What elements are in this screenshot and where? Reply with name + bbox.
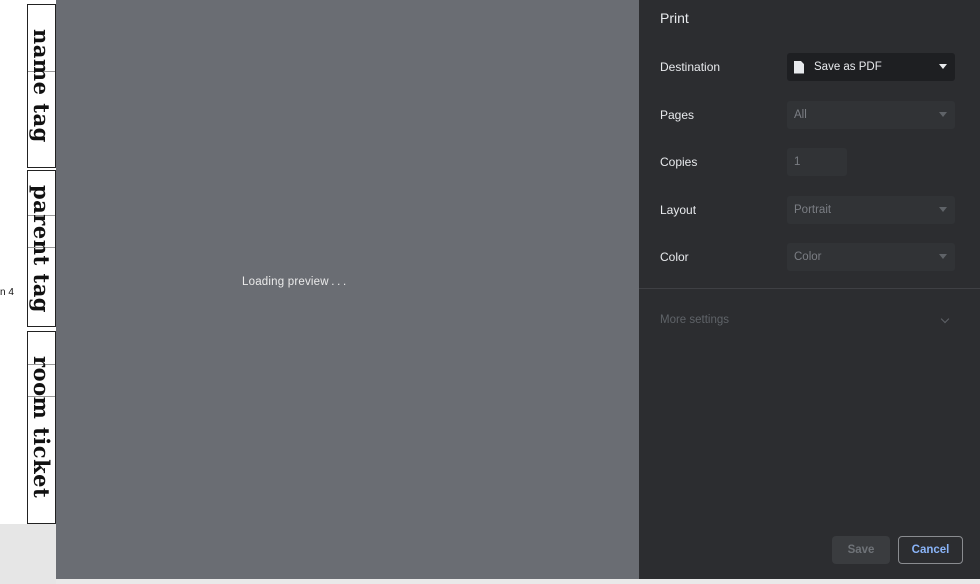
print-settings-panel: Print Destination Save as PDF Pages All … [639, 0, 980, 579]
destination-label: Destination [660, 60, 721, 74]
document-bottom [0, 524, 56, 584]
room-ticket-text-wrap: room ticket [28, 332, 55, 523]
document-icon [794, 60, 804, 74]
name-tag-label: name tag [29, 29, 54, 143]
more-settings-toggle[interactable]: More settings [660, 314, 729, 326]
copies-label: Copies [660, 155, 698, 169]
name-tag-text-wrap: name tag [28, 5, 55, 167]
cancel-button[interactable]: Cancel [898, 536, 963, 564]
parent-tag-label: parent tag [29, 184, 54, 313]
pages-select[interactable]: All [787, 101, 955, 129]
print-preview-area [56, 0, 639, 579]
chevron-down-icon [939, 112, 947, 117]
destination-select[interactable]: Save as PDF [787, 53, 955, 81]
layout-value: Portrait [794, 204, 832, 216]
document-fragment: n 4 [0, 287, 14, 298]
chevron-down-icon [939, 254, 947, 259]
copies-value: 1 [794, 156, 801, 168]
bottom-bar [56, 579, 980, 584]
room-ticket-label: room ticket [29, 356, 54, 499]
pages-value: All [794, 109, 807, 121]
chevron-down-icon [939, 207, 947, 212]
loading-preview-text: Loading preview . . . [242, 276, 347, 288]
name-tag-box: name tag [27, 4, 56, 168]
panel-title: Print [660, 10, 689, 26]
background-document: name tag parent tag room ticket n 4 [0, 0, 56, 584]
divider [639, 288, 980, 289]
color-select[interactable]: Color [787, 243, 955, 271]
parent-tag-text-wrap: parent tag [28, 171, 55, 326]
parent-tag-box: parent tag [27, 170, 56, 327]
chevron-down-icon[interactable] [940, 314, 950, 324]
color-label: Color [660, 250, 689, 264]
layout-label: Layout [660, 203, 697, 217]
save-button[interactable]: Save [832, 536, 890, 564]
room-ticket-box: room ticket [27, 331, 56, 524]
chevron-down-icon [939, 64, 947, 69]
layout-select[interactable]: Portrait [787, 196, 955, 224]
destination-value: Save as PDF [814, 61, 882, 73]
copies-input[interactable]: 1 [787, 148, 847, 176]
pages-label: Pages [660, 108, 695, 122]
color-value: Color [794, 251, 822, 263]
